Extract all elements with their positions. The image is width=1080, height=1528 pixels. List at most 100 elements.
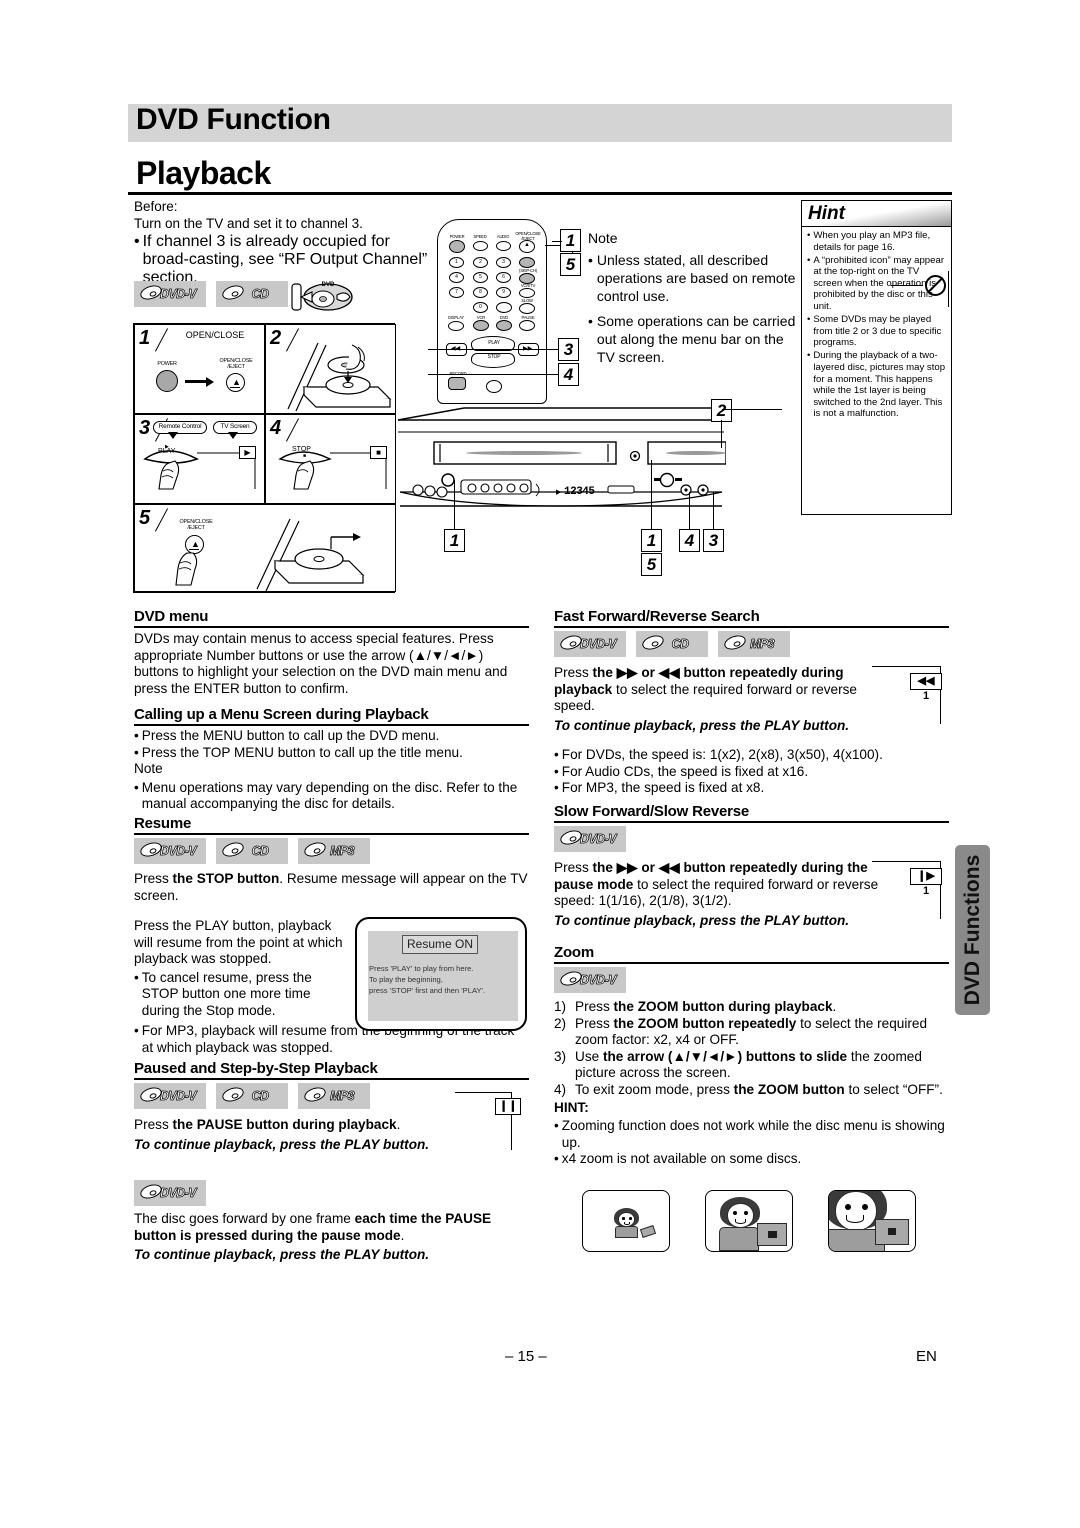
- eye-shape: [862, 1204, 868, 1210]
- remote-display-label: DISPLAY: [448, 315, 464, 320]
- vfd-display-digits: 12345: [564, 486, 595, 498]
- leader-line: [552, 241, 562, 243]
- list-item-text: For DVDs, the speed is: 1(x2), 2(x8), 3(…: [561, 747, 883, 762]
- step-slash: [154, 328, 169, 352]
- zoom-example-x4: [828, 1190, 916, 1252]
- remote-control-illustration: POWER SPEED AUDIO OPEN/CLOSE /EJECT ▲ 1 …: [437, 219, 547, 404]
- bullet-dot: •: [807, 350, 811, 362]
- paused-text-a: Press the PAUSE button during playback. …: [134, 1114, 484, 1153]
- front-panel-drawing: [397, 407, 727, 507]
- callout-panel-1: 1: [444, 529, 465, 552]
- bullet-dot: •: [134, 233, 140, 250]
- resume-screen-message: Press 'PLAY' to play from here. To play …: [369, 963, 503, 996]
- prohibited-bracket: [947, 271, 949, 307]
- badge-label: DVD-V: [160, 844, 197, 859]
- leader-line: [428, 349, 558, 351]
- list-item: • Zooming function does not work while th…: [554, 1118, 949, 1151]
- torso-shape: [719, 1227, 759, 1251]
- badge-label: DVD-V: [160, 1089, 197, 1104]
- note-title: Note: [588, 230, 618, 246]
- hint-title: Hint: [808, 203, 845, 224]
- step-diagram-grid: 1 OPEN/CLOSE POWER OPEN/CLOSE /EJECT ▲ 2: [133, 323, 396, 593]
- leader-line: [872, 861, 940, 863]
- badge-label: MP3: [750, 637, 775, 652]
- remote-audio-button: [496, 241, 511, 251]
- remote-display-button: [448, 321, 464, 331]
- remote-key-6: 6: [496, 272, 511, 283]
- bullet-dot: •: [134, 779, 139, 795]
- calling-menu-note-label: Note: [134, 761, 163, 777]
- remote-key-8: 8: [473, 287, 488, 298]
- eye-shape: [733, 1211, 737, 1215]
- note-block: Note • Unless stated, all described oper…: [588, 230, 803, 373]
- slow-heading: Slow Forward/Slow Reverse: [554, 803, 949, 823]
- badge-mp3: MP3: [298, 1083, 370, 1109]
- badge-cd: CD: [216, 1083, 288, 1109]
- bullet-dot: •: [554, 747, 559, 762]
- remote-stop-label: STOP: [487, 354, 501, 360]
- resume-p1-pre: Press: [134, 871, 173, 886]
- list-item-text: To cancel resume, press the STOP button …: [141, 969, 312, 1018]
- step-number: 1: [139, 327, 151, 349]
- resume-tv-screen: Resume ON Press 'PLAY' to play from here…: [355, 917, 527, 1031]
- paused-p1-pre: Press: [134, 1117, 173, 1132]
- badge-mp3: MP3: [718, 631, 790, 657]
- before-line: Turn on the TV and set it to channel 3.: [134, 216, 363, 231]
- before-bullet-text: If channel 3 is already occupied for bro…: [142, 233, 428, 286]
- hint-box: Hint • When you play an MP3 file, detail…: [801, 200, 952, 515]
- tv-object: [875, 1219, 909, 1245]
- dvd-menu-section: DVD menu DVDs may contain menus to acces…: [134, 608, 529, 697]
- remote-extra-button: [486, 380, 502, 393]
- remote-key-5: 5: [473, 272, 488, 283]
- remote-vcrtv-button: [519, 288, 535, 298]
- bullet-dot: •: [554, 1118, 559, 1134]
- badge-label: DVD-V: [160, 1186, 197, 1201]
- zoom-hint-bullets: • Zooming function does not work while th…: [554, 1118, 949, 1168]
- power-label: POWER: [157, 361, 177, 367]
- zoom-example-x1: [582, 1190, 670, 1252]
- leader-line: [721, 420, 723, 448]
- mouth-shape: [624, 1222, 630, 1225]
- tv-object: [639, 1225, 657, 1238]
- callout-1: 1: [560, 229, 581, 252]
- zoom-steps: 1) Press the ZOOM button during playback.…: [554, 997, 949, 1168]
- badge-dvdv: DVD-V: [134, 281, 206, 307]
- bullet-dot: •: [134, 1023, 139, 1038]
- step-number: 2: [270, 327, 282, 349]
- mouth-shape: [846, 1215, 864, 1223]
- step-cell-5: 5 OPEN/CLOSE /EJECT ▲: [134, 504, 396, 592]
- remote-key-7: 7: [449, 287, 464, 298]
- list-item-text: Press the MENU button to call up the DVD…: [141, 728, 440, 743]
- page-title: Playback: [136, 155, 271, 191]
- play-press-illustration: [143, 450, 256, 490]
- dvd-menu-body: DVDs may contain menus to access special…: [134, 631, 529, 697]
- resume-p2: Press the PLAY button, playback will res…: [134, 918, 343, 967]
- power-knob-icon: [156, 370, 178, 392]
- resume-on-label: Resume ON: [402, 935, 478, 954]
- remote-pause-button: [519, 320, 535, 331]
- remote-speed-label: SPEED: [473, 234, 487, 239]
- hint-body: • When you play an MP3 file, details for…: [802, 227, 951, 420]
- eye-shape: [744, 1211, 748, 1215]
- arrow-glyphs: ▲/▼/◄/►: [413, 647, 479, 663]
- eject-bar-icon: [230, 387, 240, 389]
- zoom-example-x2: [705, 1190, 793, 1252]
- remote-play-label: PLAY: [488, 340, 500, 346]
- step-marker: 2): [554, 1015, 567, 1031]
- play-indicator-icon: ▶: [556, 489, 562, 496]
- leader-line: [722, 409, 782, 411]
- bullet-dot: •: [807, 314, 811, 326]
- face-shape: [835, 1191, 877, 1231]
- bullet-dot: •: [134, 744, 139, 760]
- eject-disc-illustration: [175, 518, 365, 591]
- callout-3: 3: [558, 338, 579, 361]
- list-item: 2) Press the ZOOM button repeatedly to se…: [554, 1016, 949, 1049]
- bullet-dot: •: [554, 780, 559, 796]
- tv-object: [757, 1223, 787, 1246]
- badge-cd: CD: [216, 838, 288, 864]
- svg-text:DVD: DVD: [322, 282, 335, 288]
- ffwd-bullets: • For DVDs, the speed is: 1(x2), 2(x8), 3…: [554, 745, 949, 797]
- stop-key-label: STOP: [292, 446, 311, 453]
- zoom-hint-label: HINT:: [554, 1099, 589, 1115]
- prohibited-icon: [925, 275, 946, 296]
